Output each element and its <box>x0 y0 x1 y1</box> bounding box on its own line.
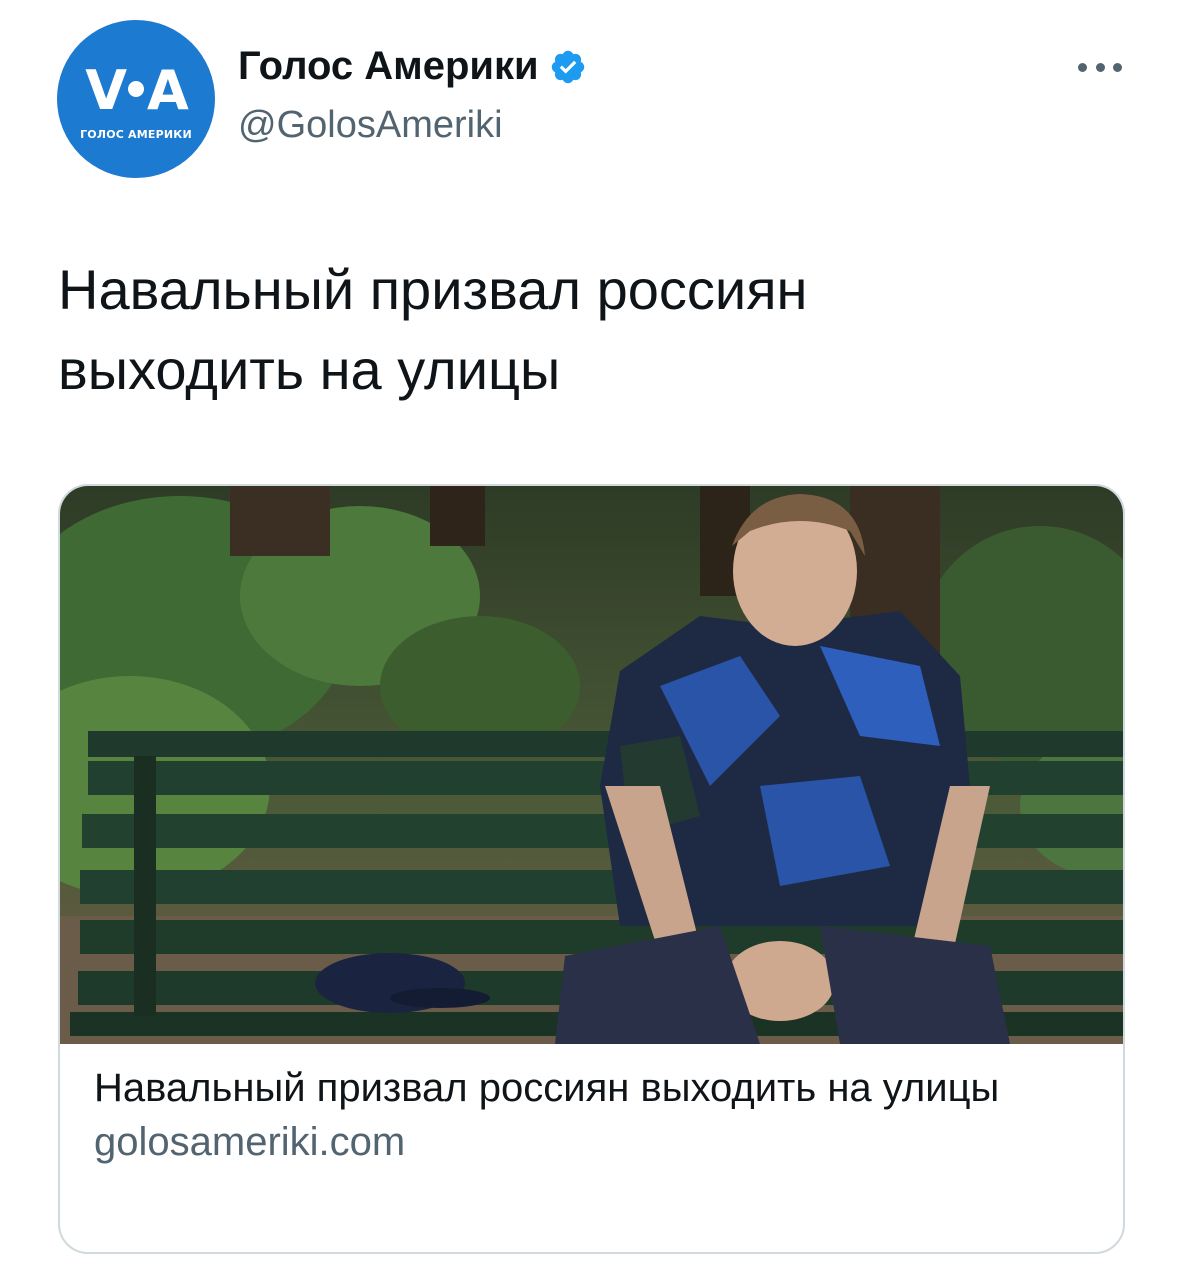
author-name-row[interactable]: Голос Америки <box>238 44 587 89</box>
logo-dot <box>128 80 144 97</box>
card-image[interactable] <box>60 486 1125 1044</box>
logo-letter-right: A <box>147 58 189 122</box>
more-options-icon[interactable] <box>1078 52 1122 82</box>
card-domain[interactable]: golosameriki.com <box>94 1118 1094 1166</box>
dot <box>1095 62 1105 72</box>
link-card[interactable]: Навальный призвал россиян выходить на ул… <box>58 484 1125 1254</box>
author-handle[interactable]: @GolosAmeriki <box>238 104 503 147</box>
avatar[interactable]: VA ГОЛОС АМЕРИКИ <box>57 20 215 178</box>
dot <box>1078 62 1087 72</box>
logo-letter-left: V <box>85 58 127 122</box>
voa-logo: VA <box>85 58 189 122</box>
card-title[interactable]: Навальный призвал россиян выходить на ул… <box>94 1064 1094 1112</box>
display-name[interactable]: Голос Америки <box>238 44 539 89</box>
verified-badge-icon <box>551 50 584 83</box>
dot <box>1113 62 1122 72</box>
tweet-text: Навальный призвал россиян выходить на ул… <box>58 258 808 401</box>
logo-subtitle: ГОЛОС АМЕРИКИ <box>80 127 192 141</box>
card-body[interactable]: Навальный призвал россиян выходить на ул… <box>94 1064 1094 1166</box>
